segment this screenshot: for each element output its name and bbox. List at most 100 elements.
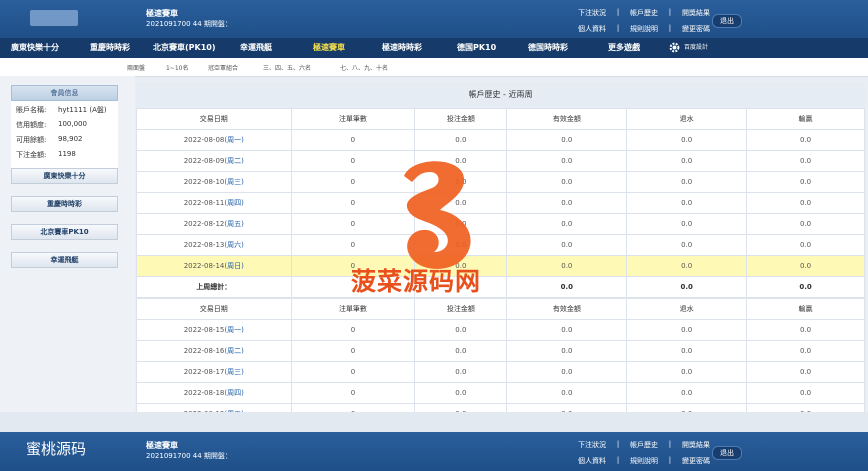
nav-item-settings[interactable]: 百度設計 — [684, 38, 708, 58]
valid-cell: 0.0 — [506, 319, 628, 341]
weekday-link[interactable]: (周五) — [224, 220, 243, 228]
balance-label: 可用餘額: — [16, 136, 47, 144]
date-cell: 2022-08-15(周一) — [136, 319, 292, 341]
member-info-row: 信用額度: 100,000 — [16, 120, 87, 130]
side-game-button[interactable]: 北京賽車PK10 — [11, 224, 118, 240]
col-valid-amount: 有效金額 — [506, 108, 628, 130]
nav-item-speed-ssc[interactable]: 極速時時彩 — [382, 38, 422, 58]
weekday-link[interactable]: (周四) — [224, 199, 243, 207]
link-draw-results[interactable]: 開獎結果 — [682, 440, 710, 450]
weekday-link[interactable]: (周日) — [224, 262, 243, 270]
date-cell: 2022-08-14(周日) — [136, 255, 292, 277]
col-bet-count: 注單筆數 — [290, 108, 416, 130]
link-draw-results[interactable]: 開獎結果 — [682, 8, 710, 18]
link-profile[interactable]: 個人資料 — [578, 456, 606, 466]
credit-label: 信用額度: — [16, 121, 47, 129]
nav-item-more-games[interactable]: 更多遊戲 — [608, 38, 640, 58]
weekday-link[interactable]: (周二) — [224, 157, 243, 165]
weekday-link[interactable]: (周二) — [224, 347, 243, 355]
rebate-cell: 0.0 — [626, 382, 748, 404]
date-cell: 2022-08-18(周四) — [136, 382, 292, 404]
current-game-name: 極速賽車 — [146, 9, 178, 18]
bet-amount-label: 下注金額: — [16, 151, 47, 159]
weekday-link[interactable]: (周一) — [224, 326, 243, 334]
sub-tab-7-10[interactable]: 七、八、九、十名 — [340, 63, 388, 72]
winloss-cell: 0.0 — [746, 319, 865, 341]
sub-tab-3-6[interactable]: 三、四、五、六名 — [263, 63, 311, 72]
table-header-row: 交易日期 注單筆數 投注金額 有效金額 退水 輸贏 — [136, 108, 865, 130]
total-win-loss: 0.0 — [746, 276, 865, 298]
winloss-cell: 0.0 — [746, 382, 865, 404]
nav-item-gd-happy10[interactable]: 廣東快樂十分 — [11, 38, 59, 58]
logout-button[interactable]: 退出 — [712, 14, 742, 28]
date-cell: 2022-08-13(周六) — [136, 234, 292, 256]
side-game-button[interactable]: 廣東快樂十分 — [11, 168, 118, 184]
sub-tab-champion-combo[interactable]: 冠亞軍組合 — [208, 63, 238, 72]
rebate-cell: 0.0 — [626, 340, 748, 362]
weekday-link[interactable]: (周一) — [224, 136, 243, 144]
side-game-button[interactable]: 重慶時時彩 — [11, 196, 118, 212]
date-cell: 2022-08-12(周五) — [136, 213, 292, 235]
link-bet-status[interactable]: 下注狀況 — [578, 440, 606, 450]
valid-cell: 0.0 — [506, 382, 628, 404]
link-rules[interactable]: 規則說明 — [630, 24, 658, 34]
weekday-link[interactable]: (周三) — [224, 178, 243, 186]
date-cell: 2022-08-11(周四) — [136, 192, 292, 214]
winloss-cell: 0.0 — [746, 361, 865, 383]
table-row: 2022-08-18(周四) 0 0.0 0.0 0.0 0.0 — [136, 382, 865, 404]
history-title: 帳戶歷史 - 近兩周 — [136, 82, 865, 109]
winloss-cell: 0.0 — [746, 192, 865, 214]
col-bet-amount: 投注金額 — [414, 298, 508, 320]
sub-tab-1-10[interactable]: 1~10名 — [166, 63, 188, 72]
valid-cell: 0.0 — [506, 171, 628, 193]
side-game-button[interactable]: 幸運飛艇 — [11, 252, 118, 268]
nav-item-de-pk10[interactable]: 德国PK10 — [457, 38, 496, 58]
col-date: 交易日期 — [136, 108, 292, 130]
col-win-loss: 輸贏 — [746, 108, 865, 130]
date-text: 2022-08-12 — [183, 220, 225, 228]
col-bet-amount: 投注金額 — [414, 108, 508, 130]
rebate-cell: 0.0 — [626, 361, 748, 383]
top-header: 極速賽車 2021091700 44 期開盤： 下注狀況 | 帳戶歷史 | 開獎… — [0, 0, 868, 38]
date-text: 2022-08-08 — [183, 136, 225, 144]
weekday-link[interactable]: (周六) — [224, 241, 243, 249]
separator: | — [616, 8, 620, 16]
bottom-header: 蜜桃源码 極速賽車 2021091700 44 期開盤： 下注狀況 | 帳戶歷史… — [0, 432, 868, 471]
footer-gap — [0, 412, 868, 432]
bet-cell: 0.0 — [414, 319, 508, 341]
nav-item-bj-pk10[interactable]: 北京賽車(PK10) — [153, 38, 216, 58]
link-rules[interactable]: 規則說明 — [630, 456, 658, 466]
date-text: 2022-08-17 — [183, 368, 225, 376]
link-change-password[interactable]: 變更密碼 — [682, 456, 710, 466]
link-account-history[interactable]: 帳戶歷史 — [630, 440, 658, 450]
member-info-row: 下注金額: 1198 — [16, 150, 76, 160]
nav-item-de-ssc[interactable]: 德国時時彩 — [528, 38, 568, 58]
weekday-link[interactable]: (周三) — [224, 368, 243, 376]
account-label: 賬戶名稱: — [16, 106, 47, 114]
footer-logout-button[interactable]: 退出 — [712, 446, 742, 460]
link-change-password[interactable]: 變更密碼 — [682, 24, 710, 34]
footer-period: 2021091700 44 期開盤： — [146, 452, 232, 460]
watermark-text: 菠菜源码网 — [351, 267, 482, 296]
site-logo[interactable] — [30, 10, 78, 26]
separator: | — [668, 24, 672, 32]
weekday-link[interactable]: (周四) — [224, 389, 243, 397]
nav-item-cq-ssc[interactable]: 重慶時時彩 — [90, 38, 130, 58]
link-account-history[interactable]: 帳戶歷史 — [630, 8, 658, 18]
separator: | — [616, 440, 620, 448]
link-bet-status[interactable]: 下注狀況 — [578, 8, 606, 18]
date-cell: 2022-08-09(周二) — [136, 150, 292, 172]
nav-item-lucky-airship[interactable]: 幸運飛艇 — [240, 38, 272, 58]
nav-item-speed-racing[interactable]: 極速賽車 — [313, 38, 345, 58]
count-cell: 0 — [290, 361, 416, 383]
member-info-title: 會員信息 — [11, 85, 118, 101]
date-text: 2022-08-15 — [183, 326, 225, 334]
footer-links-row2: 個人資料 | 規則說明 | 變更密碼 — [578, 456, 710, 466]
rebate-cell: 0.0 — [626, 234, 748, 256]
gear-icon[interactable] — [668, 41, 681, 54]
brand-logo-text[interactable]: 蜜桃源码 — [26, 438, 86, 459]
separator: | — [668, 440, 672, 448]
link-profile[interactable]: 個人資料 — [578, 24, 606, 34]
col-rebate: 退水 — [626, 298, 748, 320]
sub-tab-two-sides[interactable]: 兩面盤 — [127, 63, 145, 72]
